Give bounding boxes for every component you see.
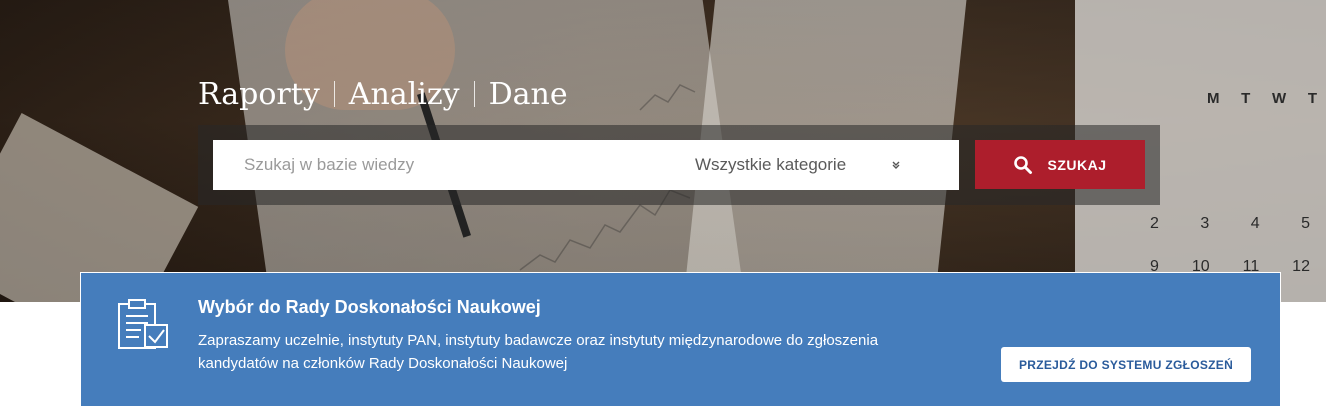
calendar-weekday: W <box>1271 90 1287 107</box>
calendar-weekdays: M T W T <box>1207 90 1317 107</box>
calendar-day: 5 <box>1301 215 1310 232</box>
search-button-label: SZUKAJ <box>1047 156 1107 173</box>
calendar-week-row: 2 3 4 5 <box>1150 215 1310 233</box>
search-box: Wszystkie kategorie <box>213 140 959 190</box>
tagline-reports: Raporty <box>198 76 320 112</box>
search-icon <box>1014 155 1033 174</box>
calendar-day: 4 <box>1250 215 1260 232</box>
calendar-weekday: M <box>1207 90 1220 107</box>
category-select-value: Wszystkie kategorie <box>695 155 847 174</box>
category-select[interactable]: Wszystkie kategorie <box>695 140 959 190</box>
checklist-document-icon <box>118 299 168 349</box>
calendar-day: 3 <box>1200 215 1210 232</box>
tagline-divider <box>473 81 475 107</box>
banner-description: Zapraszamy uczelnie, instytuty PAN, inst… <box>198 332 879 372</box>
announcement-banner: Wybór do Rady Doskonałości Naukowej Zapr… <box>80 272 1281 407</box>
calendar-weekday: T <box>1241 90 1251 107</box>
tagline-analyses: Analizy <box>348 76 460 112</box>
tagline-data: Dane <box>488 76 568 112</box>
go-to-application-system-button[interactable]: PRZEJDŹ DO SYSTEMU ZGŁOSZEŃ <box>1001 347 1251 382</box>
search-button[interactable]: SZUKAJ <box>975 140 1145 189</box>
calendar-day: 2 <box>1150 215 1159 232</box>
calendar-weekday: T <box>1307 90 1317 107</box>
search-input[interactable] <box>213 140 673 190</box>
hero-taglines: Raporty Analizy Dane <box>198 74 568 114</box>
calendar-day: 12 <box>1292 258 1310 275</box>
tagline-divider <box>333 81 335 107</box>
banner-title: Wybór do Rady Doskonałości Naukowej <box>198 297 541 317</box>
chevron-down-icon <box>892 161 900 169</box>
